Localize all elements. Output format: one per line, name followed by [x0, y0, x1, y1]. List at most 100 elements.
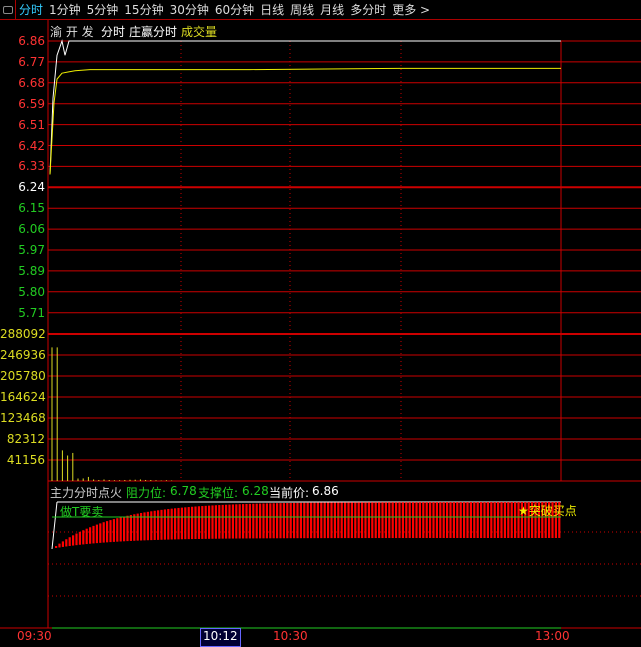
average-price-line — [49, 67, 561, 175]
time-cursor: 10:12 — [200, 628, 241, 647]
indicator-bar — [235, 504, 238, 539]
indicator-bar — [507, 502, 510, 539]
indicator-bar — [412, 502, 415, 539]
indicator-bar — [374, 502, 377, 539]
price-tick: 5.71 — [18, 305, 45, 320]
indicator-bar — [367, 502, 370, 539]
indicator-bar — [381, 502, 384, 539]
indicator-bar — [296, 502, 299, 539]
price-tick: 6.77 — [18, 54, 45, 69]
chart-canvas[interactable] — [0, 0, 641, 647]
indicator-white-rise — [51, 501, 58, 550]
indicator-bar — [102, 522, 105, 543]
indicator-bar — [320, 502, 323, 539]
indicator-bar — [293, 502, 296, 539]
indicator-bar — [68, 537, 71, 547]
indicator-bar — [466, 502, 469, 539]
indicator-bar — [116, 518, 119, 542]
indicator-bar — [415, 502, 418, 539]
indicator-label: 庄赢分时 — [129, 25, 178, 39]
indicator-bar — [272, 503, 275, 539]
indicator-bar — [286, 503, 289, 539]
indicator-bar — [211, 505, 214, 539]
indicator-bar — [191, 506, 194, 540]
indicator-bar — [78, 531, 81, 545]
current-price-label: 当前价: — [269, 486, 310, 500]
indicator-bar — [486, 502, 489, 539]
mode-label: 分时 — [101, 25, 126, 39]
volume-tick: 205780 — [0, 369, 46, 383]
indicator-bar — [262, 503, 265, 539]
stock-name: 渝 开 发 — [50, 25, 94, 39]
price-tick: 6.59 — [18, 96, 45, 111]
indicator-bar — [112, 519, 115, 542]
resist-value: 6.78 — [170, 484, 197, 498]
indicator-bar — [435, 502, 438, 539]
indicator-bar — [225, 504, 228, 539]
indicator-bar — [167, 509, 170, 540]
indicator-bar — [75, 533, 78, 546]
indicator-bar — [327, 502, 330, 539]
indicator-bar — [58, 543, 61, 548]
indicator-bar — [126, 515, 129, 542]
indicator-bar — [299, 502, 302, 539]
indicator-bar — [123, 516, 126, 542]
price-tick: 6.51 — [18, 117, 45, 132]
indicator-bar — [92, 525, 95, 544]
indicator-bar — [248, 503, 251, 539]
volume-tick: 164624 — [0, 390, 46, 404]
indicator-bar — [347, 502, 350, 539]
indicator-bar — [418, 502, 421, 539]
price-tick: 5.97 — [18, 243, 45, 257]
indicator-bar — [129, 514, 132, 541]
indicator-bar — [388, 502, 391, 539]
indicator-bar — [432, 502, 435, 539]
indicator-bar — [323, 502, 326, 539]
support-value: 6.28 — [242, 484, 269, 498]
indicator-bar — [333, 502, 336, 539]
price-tick: 6.33 — [18, 159, 45, 174]
volume-tick: 41156 — [6, 453, 45, 467]
indicator-bar — [476, 502, 479, 539]
indicator-bar — [255, 503, 258, 539]
indicator-bar — [214, 505, 217, 539]
indicator-bar — [483, 502, 486, 539]
indicator-bar — [405, 502, 408, 539]
volume-label: 成交量 — [181, 25, 218, 39]
price-tick: 6.15 — [18, 201, 45, 216]
indicator-bar — [429, 502, 432, 539]
indicator-bar — [218, 505, 221, 539]
indicator-bar — [269, 503, 272, 539]
indicator-bar — [371, 502, 374, 539]
indicator-bar — [330, 502, 333, 539]
sell-signal: 做T要卖 — [60, 505, 104, 519]
indicator-bar — [439, 502, 442, 539]
volume-tick: 82312 — [6, 432, 45, 446]
indicator-bar — [89, 527, 92, 544]
indicator-bar — [242, 504, 245, 539]
indicator-bar — [65, 539, 68, 547]
indicator-bar — [252, 503, 255, 539]
indicator-bar — [391, 502, 394, 539]
indicator-bar — [99, 523, 102, 543]
indicator-bar — [85, 528, 88, 545]
indicator-bar — [514, 502, 517, 539]
indicator-bar — [146, 511, 149, 541]
indicator-bar — [354, 502, 357, 539]
indicator-bar — [313, 502, 316, 539]
indicator-bar — [497, 502, 500, 539]
indicator-bar — [177, 507, 180, 540]
indicator-bar — [119, 517, 122, 542]
price-tick: 6.24 — [18, 180, 45, 195]
resist-label: 阻力位: — [126, 486, 167, 500]
indicator-bar — [473, 502, 476, 539]
indicator-bar — [446, 502, 449, 539]
indicator-bar — [398, 502, 401, 539]
volume-tick: 246936 — [0, 348, 46, 362]
indicator-bar — [276, 503, 279, 539]
time-mid: 10:30 — [273, 629, 308, 643]
indicator-bar — [194, 506, 197, 540]
price-tick: 6.68 — [18, 75, 45, 90]
indicator-bar — [459, 502, 462, 539]
indicator-bar — [228, 504, 231, 539]
